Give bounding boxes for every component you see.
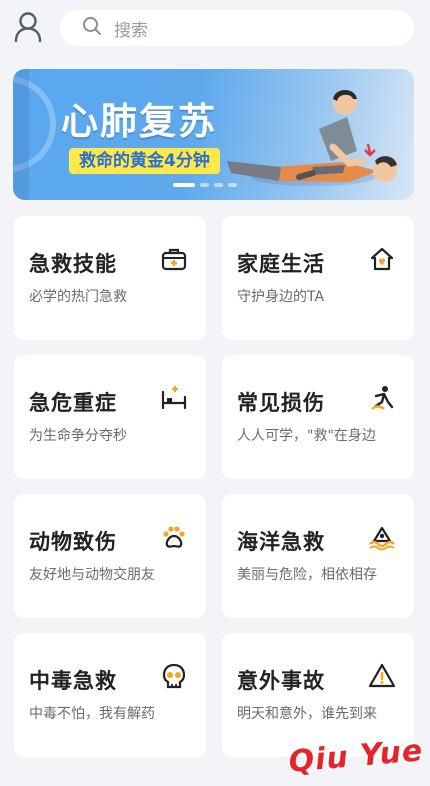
profile-icon[interactable]: [12, 11, 44, 43]
card-title: 家庭生活: [237, 252, 325, 276]
card-subtitle: 美丽与危险，相依相存: [237, 567, 377, 583]
first-aid-kit-icon: [161, 248, 187, 271]
banner-subtitle: 救命的黄金4分钟: [69, 148, 220, 174]
banner-pagination: [173, 183, 237, 187]
pagination-dot-active: [173, 183, 195, 187]
search-icon: [82, 16, 102, 40]
card-title: 急救技能: [29, 252, 117, 276]
card-title: 意外事故: [237, 669, 325, 693]
svg-text:Qiu Yue: Qiu Yue: [287, 733, 424, 778]
falling-person-icon: [371, 386, 394, 410]
ocean-wave-icon: [369, 526, 395, 551]
card-first-aid-skills[interactable]: 急救技能 必学的热门急救: [14, 216, 206, 340]
pagination-dot: [228, 183, 237, 187]
card-animal-injuries[interactable]: 动物致伤 友好地与动物交朋友: [14, 494, 206, 618]
paw-icon: [163, 526, 185, 548]
top-bar: 搜索: [0, 0, 430, 56]
card-home-life[interactable]: 家庭生活 守护身边的TA: [222, 216, 414, 340]
card-subtitle: 守护身边的TA: [237, 289, 325, 305]
banner-title: 心肺复苏: [61, 100, 217, 143]
card-ocean-rescue[interactable]: 海洋急救 美丽与危险，相依相存: [222, 494, 414, 618]
warning-icon: [368, 663, 396, 688]
card-common-injuries[interactable]: 常见损伤 人人可学，"救"在身边: [222, 355, 414, 479]
pagination-dot: [200, 183, 209, 187]
card-title: 动物致伤: [29, 530, 117, 554]
card-subtitle: 友好地与动物交朋友: [29, 567, 155, 583]
card-title: 常见损伤: [237, 391, 325, 415]
search-bar[interactable]: 搜索: [60, 10, 414, 46]
pagination-dot: [214, 183, 223, 187]
card-subtitle: 人人可学，"救"在身边: [237, 428, 376, 444]
search-placeholder: 搜索: [114, 20, 148, 41]
card-subtitle: 必学的热门急救: [29, 289, 127, 305]
home-heart-icon: [370, 247, 394, 271]
skull-icon: [162, 663, 186, 689]
cpr-banner[interactable]: 心肺复苏 救命的黄金4分钟: [13, 69, 414, 200]
card-subtitle: 为生命争分夺秒: [29, 428, 127, 444]
card-subtitle: 中毒不怕，我有解药: [29, 706, 155, 722]
watermark-logo: Qiu Yue: [286, 732, 424, 778]
card-poisoning-aid[interactable]: 中毒急救 中毒不怕，我有解药: [14, 633, 206, 757]
card-title: 海洋急救: [237, 530, 325, 554]
card-title: 中毒急救: [29, 669, 117, 693]
card-title: 急危重症: [29, 391, 117, 415]
hospital-bed-icon: [161, 386, 187, 410]
card-subtitle: 明天和意外，谁先到来: [237, 706, 377, 722]
card-critical-illness[interactable]: 急危重症 为生命争分夺秒: [14, 355, 206, 479]
